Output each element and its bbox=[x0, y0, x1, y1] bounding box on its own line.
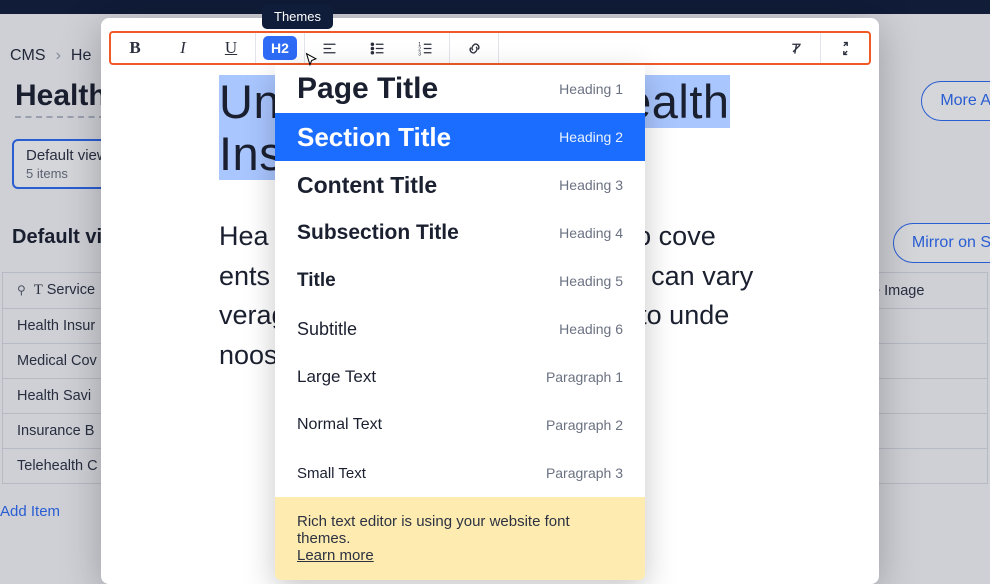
style-option-subsection-title[interactable]: Subsection TitleHeading 4 bbox=[275, 209, 645, 257]
clear-format-button[interactable] bbox=[772, 31, 820, 65]
selection: Un bbox=[219, 75, 280, 128]
style-option-large-text[interactable]: Large TextParagraph 1 bbox=[275, 353, 645, 401]
heading-style-button[interactable]: H2 bbox=[256, 31, 304, 65]
bullet-list-button[interactable] bbox=[353, 31, 401, 65]
heading-chip: H2 bbox=[263, 36, 297, 60]
selection: Ins bbox=[219, 127, 283, 180]
style-option-subtitle[interactable]: SubtitleHeading 6 bbox=[275, 305, 645, 353]
italic-button[interactable]: I bbox=[159, 31, 207, 65]
style-option-title[interactable]: TitleHeading 5 bbox=[275, 257, 645, 305]
collapse-button[interactable] bbox=[821, 31, 869, 65]
learn-more-link[interactable]: Learn more bbox=[297, 547, 374, 564]
themes-tooltip: Themes bbox=[262, 4, 333, 29]
bold-button[interactable]: B bbox=[111, 31, 159, 65]
style-option-small-text[interactable]: Small TextParagraph 3 bbox=[275, 449, 645, 497]
link-button[interactable] bbox=[450, 31, 498, 65]
align-button[interactable] bbox=[305, 31, 353, 65]
heading-style-dropdown: Page TitleHeading 1 Section TitleHeading… bbox=[275, 65, 645, 580]
svg-text:3: 3 bbox=[418, 51, 421, 57]
rich-text-toolbar: B I U H2 123 bbox=[111, 31, 869, 65]
themes-note: Rich text editor is using your website f… bbox=[275, 497, 645, 580]
underline-button[interactable]: U bbox=[207, 31, 255, 65]
style-option-content-title[interactable]: Content TitleHeading 3 bbox=[275, 161, 645, 209]
numbered-list-button[interactable]: 123 bbox=[401, 31, 449, 65]
style-option-normal-text[interactable]: Normal TextParagraph 2 bbox=[275, 401, 645, 449]
style-option-section-title[interactable]: Section TitleHeading 2 bbox=[275, 113, 645, 161]
style-option-page-title[interactable]: Page TitleHeading 1 bbox=[275, 65, 645, 113]
